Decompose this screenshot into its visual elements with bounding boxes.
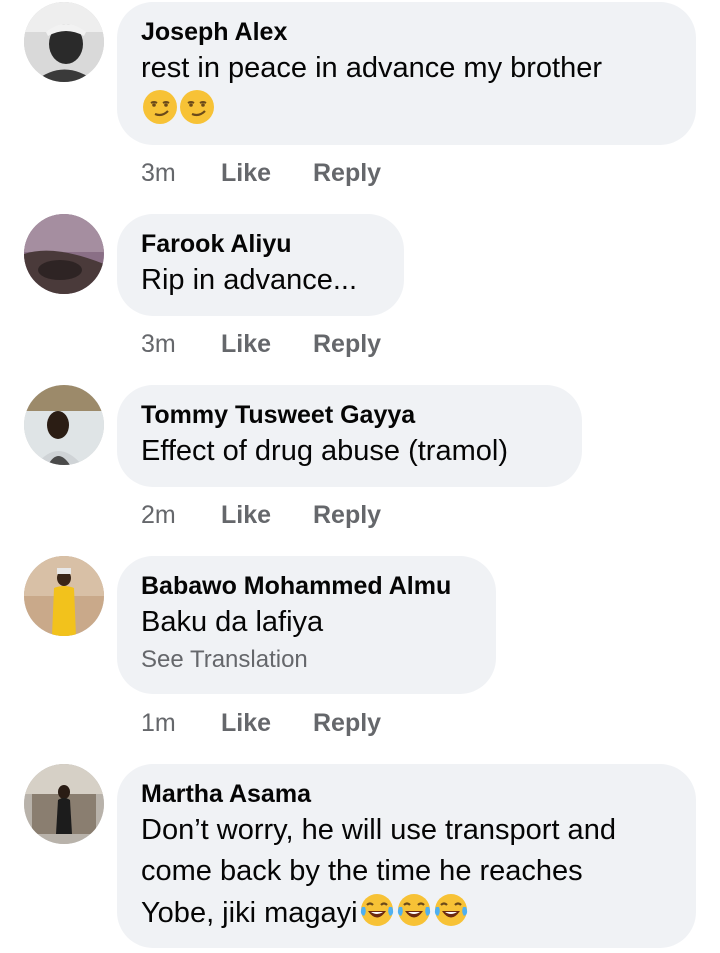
comment-actions: 3m Like Reply <box>141 157 381 189</box>
avatar[interactable] <box>24 2 104 82</box>
comment-actions: 3m Like Reply <box>141 328 381 360</box>
avatar-photo-icon <box>24 385 104 465</box>
comment-text: Effect of drug abuse (tramol) <box>141 435 508 467</box>
comment-author[interactable]: Farook Aliyu <box>141 228 380 260</box>
comment-timestamp[interactable]: 3m <box>141 157 221 189</box>
reply-button[interactable]: Reply <box>313 157 381 189</box>
smirk-emoji-icon <box>179 89 215 125</box>
comment-text: rest in peace in advance my brother <box>141 48 672 131</box>
comment-timestamp[interactable]: 3m <box>141 328 221 360</box>
tears-of-joy-emoji-icon <box>359 892 395 928</box>
comment-author[interactable]: Martha Asama <box>141 778 672 810</box>
tears-of-joy-emoji-icon <box>433 892 469 928</box>
avatar[interactable] <box>24 385 104 465</box>
comment-text-line: Yobe, jiki magayi <box>141 897 358 929</box>
reply-button[interactable]: Reply <box>313 328 381 360</box>
comment-text: Rip in advance... <box>141 264 358 296</box>
avatar[interactable] <box>24 214 104 294</box>
avatar[interactable] <box>24 556 104 636</box>
comment-bubble: Tommy Tusweet Gayya Effect of drug abuse… <box>117 385 582 487</box>
like-button[interactable]: Like <box>221 328 313 360</box>
like-button[interactable]: Like <box>221 157 313 189</box>
avatar[interactable] <box>24 764 104 844</box>
smirk-emoji-icon <box>142 89 178 125</box>
comment-bubble: Babawo Mohammed Almu Baku da lafiya See … <box>117 556 496 694</box>
comment-bubble: Farook Aliyu Rip in advance... <box>117 214 404 316</box>
avatar-photo-icon <box>24 556 104 636</box>
comment-timestamp[interactable]: 1m <box>141 707 221 739</box>
see-translation-link[interactable]: See Translation <box>141 643 472 677</box>
reply-button[interactable]: Reply <box>313 707 381 739</box>
comment-author[interactable]: Joseph Alex <box>141 16 672 48</box>
comment-text-line: come back by the time he reaches <box>141 855 583 887</box>
comment-text-body: rest in peace in advance my brother <box>141 52 603 84</box>
tears-of-joy-emoji-icon <box>396 892 432 928</box>
comment-text: Don’t worry, he will use transport and co… <box>141 810 672 934</box>
comment-author[interactable]: Babawo Mohammed Almu <box>141 570 472 602</box>
comment-text-line: Don’t worry, he will use transport and <box>141 814 616 846</box>
avatar-photo-icon <box>24 214 104 294</box>
comment-author[interactable]: Tommy Tusweet Gayya <box>141 399 558 431</box>
comment-text: Baku da lafiya <box>141 606 324 638</box>
comment-bubble: Joseph Alex rest in peace in advance my … <box>117 2 696 145</box>
comment-timestamp[interactable]: 2m <box>141 499 221 531</box>
like-button[interactable]: Like <box>221 499 313 531</box>
comment-actions: 2m Like Reply <box>141 499 381 531</box>
like-button[interactable]: Like <box>221 707 313 739</box>
comment-bubble: Martha Asama Don’t worry, he will use tr… <box>117 764 696 948</box>
comment-actions: 1m Like Reply <box>141 707 381 739</box>
avatar-photo-icon <box>24 764 104 844</box>
reply-button[interactable]: Reply <box>313 499 381 531</box>
avatar-photo-icon <box>24 2 104 82</box>
